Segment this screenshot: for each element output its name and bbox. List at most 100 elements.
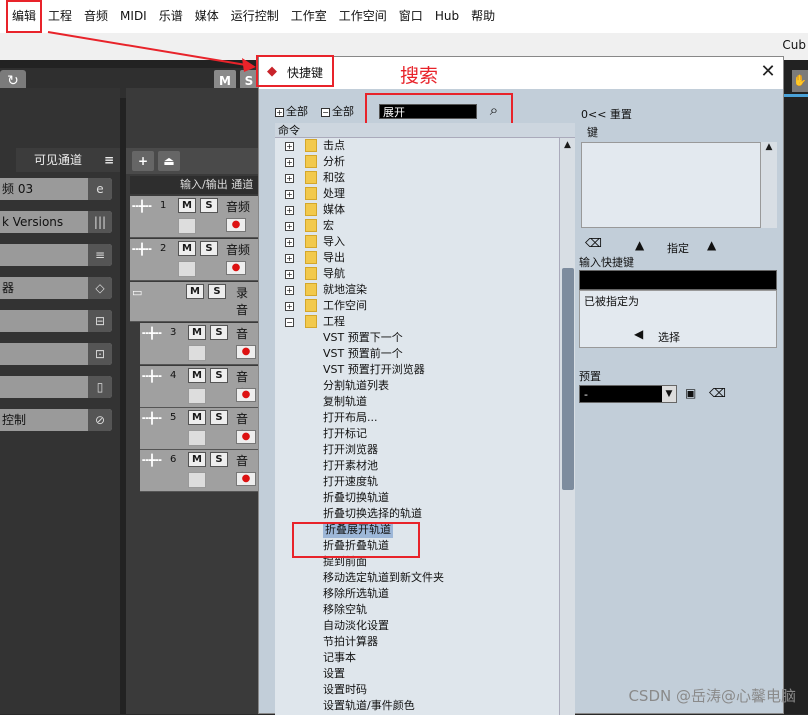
shortcut-input[interactable]: [579, 270, 777, 290]
tab-visible-channels[interactable]: 可见通道 ≡: [16, 148, 120, 172]
solo-button[interactable]: S: [208, 284, 226, 299]
record-button[interactable]: ●: [236, 472, 256, 486]
solo-button[interactable]: S: [210, 325, 228, 340]
tree-scrollbar[interactable]: ▲: [559, 138, 575, 715]
record-button[interactable]: ●: [226, 261, 246, 275]
save-icon[interactable]: ▣: [685, 386, 696, 400]
mute-button[interactable]: M: [188, 452, 206, 467]
expand-icon[interactable]: +: [285, 302, 294, 311]
inspector-item[interactable]: ⊡: [0, 343, 112, 365]
solo-button[interactable]: S: [200, 241, 218, 256]
keys-list[interactable]: [581, 142, 777, 228]
inspector-item[interactable]: 频 03 e: [0, 178, 112, 200]
menu-window[interactable]: 窗口: [393, 0, 429, 33]
inspector-item[interactable]: 控制 ⊘: [0, 409, 112, 431]
mute-button[interactable]: M: [188, 325, 206, 340]
expand-icon[interactable]: +: [285, 206, 294, 215]
track-checkbox[interactable]: [188, 430, 206, 446]
track-row[interactable]: ╍╋╍ 1 M S 音频 ●: [130, 196, 258, 238]
tabs-menu-icon[interactable]: ≡: [104, 148, 114, 172]
channel-icon[interactable]: ⊡: [88, 343, 112, 365]
track-row[interactable]: ╍╋╍ 5 M S 音步 ●: [140, 408, 258, 450]
track-row[interactable]: ╍╋╍ 2 M S 音频 ●: [130, 239, 258, 281]
record-button[interactable]: ●: [236, 345, 256, 359]
insert-icon[interactable]: ◇: [88, 277, 112, 299]
track-row[interactable]: ╍╋╍ 3 M S 音步 ●: [140, 323, 258, 365]
equalizer-icon[interactable]: ≡: [88, 244, 112, 266]
inspector-item[interactable]: k Versions |||: [0, 211, 112, 233]
select-arrow-icon[interactable]: ◀: [634, 327, 643, 341]
inspector-item[interactable]: ⊟: [0, 310, 112, 332]
keys-scrollbar[interactable]: ▲: [760, 142, 777, 228]
collapse-icon[interactable]: −: [285, 318, 294, 327]
expand-icon[interactable]: +: [285, 238, 294, 247]
mute-button[interactable]: M: [178, 198, 196, 213]
search-input[interactable]: 展开: [379, 104, 477, 119]
inspector-item[interactable]: 器 ◇: [0, 277, 112, 299]
solo-button[interactable]: S: [210, 368, 228, 383]
record-button[interactable]: ●: [226, 218, 246, 232]
reset-button[interactable]: 0<< 重置: [581, 106, 632, 122]
menu-audio[interactable]: 音频: [78, 0, 114, 33]
collapse-all-button[interactable]: − 全部: [321, 103, 354, 119]
track-checkbox[interactable]: [178, 218, 196, 234]
mute-button[interactable]: M: [178, 241, 196, 256]
expand-icon[interactable]: +: [285, 158, 294, 167]
close-icon[interactable]: ✕: [757, 61, 779, 83]
expand-all-button[interactable]: + 全部: [275, 103, 308, 119]
scroll-up-icon[interactable]: ▲: [560, 138, 575, 152]
menu-hub[interactable]: Hub: [429, 0, 465, 33]
assign-up-icon[interactable]: ▲: [707, 238, 716, 252]
track-checkbox[interactable]: [188, 472, 206, 488]
menu-score[interactable]: 乐谱: [153, 0, 189, 33]
track-row[interactable]: ╍╋╍ 6 M S 音步 ●: [140, 450, 258, 492]
expand-icon[interactable]: +: [285, 286, 294, 295]
expand-icon[interactable]: +: [285, 142, 294, 151]
menu-help[interactable]: 帮助: [465, 0, 501, 33]
menu-media[interactable]: 媒体: [189, 0, 225, 33]
menu-transport[interactable]: 运行控制: [225, 0, 285, 33]
expand-icon[interactable]: +: [285, 174, 294, 183]
mute-button[interactable]: M: [188, 410, 206, 425]
mute-button[interactable]: M: [188, 368, 206, 383]
inspector-item[interactable]: ≡: [0, 244, 112, 266]
expand-icon[interactable]: +: [285, 222, 294, 231]
menu-project[interactable]: 工程: [42, 0, 78, 33]
select-label[interactable]: 选择: [658, 329, 680, 345]
scroll-thumb[interactable]: [562, 268, 574, 490]
assign-label[interactable]: 指定: [667, 240, 689, 256]
track-checkbox[interactable]: [178, 261, 196, 277]
menu-studio[interactable]: 工作室: [285, 0, 333, 33]
notepad-icon[interactable]: ▯: [88, 376, 112, 398]
search-icon[interactable]: ⌕: [485, 101, 503, 119]
record-button[interactable]: ●: [236, 388, 256, 402]
add-track-icon[interactable]: +: [132, 151, 154, 171]
preset-select[interactable]: - ▼: [579, 385, 677, 403]
delete-icon[interactable]: ⌫: [585, 236, 602, 250]
menu-workspace[interactable]: 工作空间: [333, 0, 393, 33]
mute-button[interactable]: M: [186, 284, 204, 299]
menu-midi[interactable]: MIDI: [114, 0, 153, 33]
solo-button[interactable]: S: [210, 410, 228, 425]
hand-tool-icon[interactable]: ✋: [792, 70, 808, 92]
track-checkbox[interactable]: [188, 388, 206, 404]
folder-icon[interactable]: ⏏: [158, 151, 180, 171]
preset-delete-icon[interactable]: ⌫: [709, 386, 726, 400]
edit-icon[interactable]: e: [88, 178, 112, 200]
record-button[interactable]: ●: [236, 430, 256, 444]
solo-button[interactable]: S: [200, 198, 218, 213]
versions-icon[interactable]: |||: [88, 211, 112, 233]
quick-controls-icon[interactable]: ⊘: [88, 409, 112, 431]
chevron-down-icon[interactable]: ▼: [662, 386, 676, 402]
up-icon[interactable]: ▲: [635, 238, 644, 252]
menu-edit[interactable]: 编辑: [6, 0, 43, 33]
expand-icon[interactable]: +: [285, 270, 294, 279]
solo-button[interactable]: S: [210, 452, 228, 467]
inspector-item[interactable]: ▯: [0, 376, 112, 398]
sends-icon[interactable]: ⊟: [88, 310, 112, 332]
track-row[interactable]: ╍╋╍ 4 M S 音步 ●: [140, 366, 258, 408]
track-checkbox[interactable]: [188, 345, 206, 361]
expand-icon[interactable]: +: [285, 190, 294, 199]
track-row[interactable]: ▭ M S 录音: [130, 282, 258, 322]
expand-icon[interactable]: +: [285, 254, 294, 263]
